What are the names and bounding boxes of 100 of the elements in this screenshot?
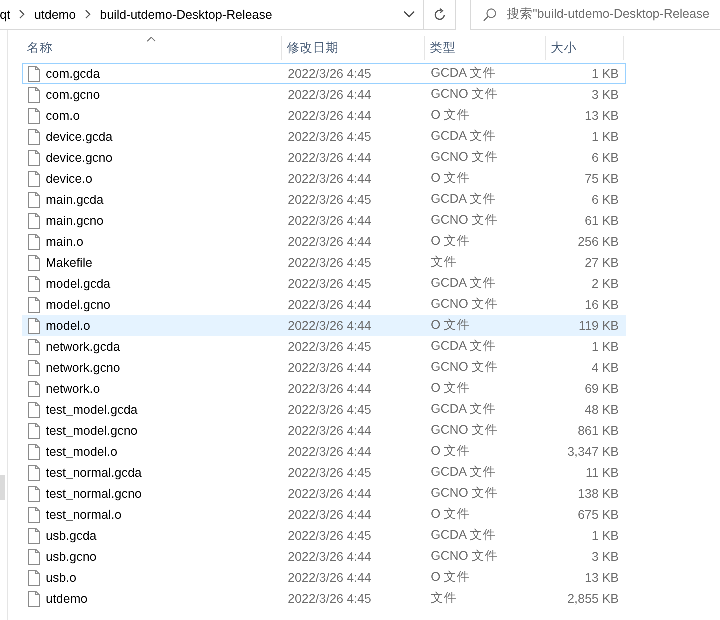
file-row[interactable]: test_normal.gcda 2022/3/26 4:45 GCDA 文件 11 KB [22, 462, 626, 483]
modified-date: 2022/3/26 4:44 [287, 508, 372, 522]
file-type: 文件 [430, 254, 458, 271]
file-name: test_normal.gcda [46, 466, 142, 480]
refresh-icon [432, 8, 446, 22]
modified-date: 2022/3/26 4:44 [287, 214, 372, 228]
file-row[interactable]: usb.gcno 2022/3/26 4:44 GCNO 文件 3 KB [22, 546, 626, 567]
modified-date: 2022/3/26 4:44 [287, 424, 372, 438]
file-icon [28, 360, 40, 376]
file-type: GCNO 文件 [430, 548, 499, 565]
file-row[interactable]: network.gcda 2022/3/26 4:45 GCDA 文件 1 KB [22, 336, 626, 357]
refresh-button[interactable] [424, 0, 456, 30]
search-field[interactable]: 搜索"build-utdemo-Desktop-Release [470, 0, 720, 30]
file-row[interactable]: device.o 2022/3/26 4:44 O 文件 75 KB [22, 168, 626, 189]
modified-date: 2022/3/26 4:45 [287, 256, 372, 270]
file-row[interactable]: Makefile 2022/3/26 4:45 文件 27 KB [22, 252, 626, 273]
file-row[interactable]: com.gcda 2022/3/26 4:45 GCDA 文件 1 KB [22, 63, 626, 84]
breadcrumb-item[interactable]: build-utdemo-Desktop-Release [91, 8, 282, 22]
file-row[interactable]: utdemo 2022/3/26 4:45 文件 2,855 KB [22, 588, 626, 609]
file-name: device.gcda [46, 130, 113, 144]
modified-date: 2022/3/26 4:44 [287, 108, 372, 122]
file-type: O 文件 [430, 506, 472, 523]
file-icon [28, 444, 40, 460]
chevron-icon [19, 10, 26, 19]
breadcrumb-item[interactable]: utdemo [25, 8, 86, 22]
modified-date: 2022/3/26 4:45 [287, 192, 372, 206]
file-icon [28, 108, 40, 124]
file-size: 2 KB [590, 276, 620, 290]
file-size: 61 KB [584, 214, 620, 228]
file-row[interactable]: test_model.gcno 2022/3/26 4:44 GCNO 文件 861 KB [22, 420, 626, 441]
file-row[interactable]: model.gcda 2022/3/26 4:45 GCDA 文件 2 KB [22, 273, 626, 294]
search-icon [483, 8, 497, 22]
file-name: network.gcno [46, 360, 120, 374]
modified-date: 2022/3/26 4:45 [287, 528, 372, 542]
file-size: 48 KB [584, 402, 620, 416]
file-type: GCNO 文件 [430, 149, 499, 166]
modified-date: 2022/3/26 4:44 [287, 570, 372, 584]
file-icon [28, 486, 40, 502]
file-row[interactable]: usb.gcda 2022/3/26 4:45 GCDA 文件 1 KB [22, 525, 626, 546]
file-name: com.o [46, 108, 80, 122]
file-icon [28, 254, 40, 270]
file-icon [28, 380, 40, 396]
file-name: main.gcno [46, 214, 104, 228]
modified-date: 2022/3/26 4:45 [287, 402, 372, 416]
file-row[interactable]: network.gcno 2022/3/26 4:44 GCNO 文件 4 KB [22, 357, 626, 378]
file-icon [28, 150, 40, 166]
modified-date: 2022/3/26 4:45 [287, 466, 372, 480]
file-type: O 文件 [430, 317, 472, 334]
file-type: O 文件 [430, 380, 472, 397]
file-row[interactable]: device.gcda 2022/3/26 4:45 GCDA 文件 1 KB [22, 126, 626, 147]
breadcrumb-item[interactable]: qt [0, 8, 20, 22]
file-row[interactable]: model.o 2022/3/26 4:44 O 文件 119 KB [22, 315, 626, 336]
file-row[interactable]: test_model.o 2022/3/26 4:44 O 文件 3,347 KB [22, 441, 626, 462]
file-size: 13 KB [584, 108, 620, 122]
file-row[interactable]: device.gcno 2022/3/26 4:44 GCNO 文件 6 KB [22, 147, 626, 168]
file-name: Makefile [46, 256, 93, 270]
file-name: com.gcno [46, 88, 100, 102]
file-row[interactable]: main.gcno 2022/3/26 4:44 GCNO 文件 61 KB [22, 210, 626, 231]
file-type: 文件 [430, 590, 458, 607]
file-type: GCNO 文件 [430, 359, 499, 376]
file-size: 256 KB [576, 234, 620, 248]
file-size: 138 KB [576, 486, 620, 500]
file-row[interactable]: usb.o 2022/3/26 4:44 O 文件 13 KB [22, 567, 626, 588]
scrollbar-thumb[interactable] [0, 475, 5, 500]
file-size: 69 KB [584, 382, 620, 396]
file-icon [28, 570, 40, 586]
file-size: 675 KB [576, 508, 620, 522]
file-icon [28, 170, 40, 186]
file-name: test_model.o [46, 444, 118, 458]
file-icon [28, 464, 40, 480]
file-name: test_model.gcda [46, 402, 138, 416]
file-icon [28, 548, 40, 564]
file-name: device.gcno [46, 150, 113, 164]
file-name: usb.gcda [46, 528, 97, 542]
file-name: main.o [46, 234, 84, 248]
file-row[interactable]: main.gcda 2022/3/26 4:45 GCDA 文件 6 KB [22, 189, 626, 210]
file-row[interactable]: test_model.gcda 2022/3/26 4:45 GCDA 文件 48 KB [22, 399, 626, 420]
file-type: GCNO 文件 [430, 485, 499, 502]
file-row[interactable]: model.gcno 2022/3/26 4:44 GCNO 文件 16 KB [22, 294, 626, 315]
file-type: O 文件 [430, 233, 472, 250]
file-type: GCNO 文件 [430, 422, 499, 439]
file-row[interactable]: test_normal.o 2022/3/26 4:44 O 文件 675 KB [22, 504, 626, 525]
dropdown-icon[interactable] [404, 11, 415, 18]
file-row[interactable]: com.o 2022/3/26 4:44 O 文件 13 KB [22, 105, 626, 126]
file-row[interactable]: com.gcno 2022/3/26 4:44 GCNO 文件 3 KB [22, 84, 626, 105]
modified-date: 2022/3/26 4:44 [287, 382, 372, 396]
file-name: test_model.gcno [46, 424, 138, 438]
modified-date: 2022/3/26 4:44 [287, 360, 372, 374]
file-row[interactable]: main.o 2022/3/26 4:44 O 文件 256 KB [22, 231, 626, 252]
file-icon [28, 338, 40, 354]
file-name: usb.o [46, 570, 77, 584]
modified-date: 2022/3/26 4:44 [287, 298, 372, 312]
file-row[interactable]: test_normal.gcno 2022/3/26 4:44 GCNO 文件 138 KB [22, 483, 626, 504]
file-icon [28, 422, 40, 438]
file-name: main.gcda [46, 192, 104, 206]
file-row[interactable]: network.o 2022/3/26 4:44 O 文件 69 KB [22, 378, 626, 399]
modified-date: 2022/3/26 4:45 [287, 130, 372, 144]
file-type: GCDA 文件 [430, 191, 497, 208]
modified-date: 2022/3/26 4:44 [287, 234, 372, 248]
file-type: GCNO 文件 [430, 86, 499, 103]
